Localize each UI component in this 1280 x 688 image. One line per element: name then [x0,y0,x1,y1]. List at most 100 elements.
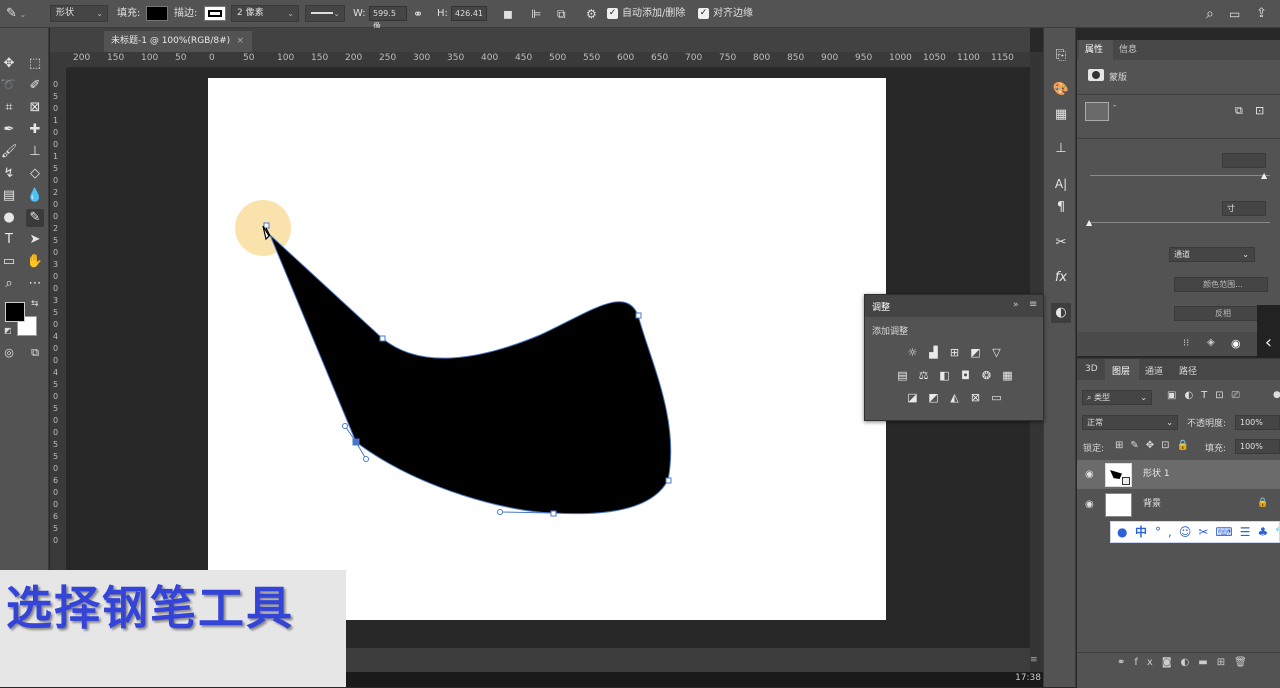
stroke-swatch[interactable] [204,6,226,21]
hand-tool-icon[interactable]: ✋ [26,253,44,271]
apply-mask-icon[interactable]: ⊡ [1255,104,1264,117]
filter-icons[interactable]: ▣◐T⊡⎚ [1167,390,1248,401]
channel-mixer-icon[interactable]: ❂ [979,369,994,383]
history-panel-icon[interactable]: ⎘ [1051,46,1071,66]
photo-filter-icon[interactable]: ◘ [958,369,973,383]
screen-mode-icon[interactable]: ⧉ [26,344,44,362]
eye-icon[interactable]: ◉ [1085,490,1094,519]
brightness-contrast-icon[interactable]: ☼ [905,346,920,360]
more-tools-icon[interactable]: ⋯ [26,275,44,293]
tool-mode-select[interactable]: 形状 ⌄ [50,5,108,22]
pen-tool-icon[interactable]: ✎ [26,209,44,227]
black-white-icon[interactable]: ◧ [937,369,952,383]
path-arrangement-icon[interactable]: ⧉ [557,0,566,28]
move-tool-icon[interactable]: ✥ [0,55,18,73]
selective-color-icon[interactable]: ⊠ [968,391,983,405]
libraries-panel-icon[interactable]: ⊥ [1051,139,1071,159]
blend-mode-select[interactable]: 正常 ⌄ [1082,415,1178,430]
feather-slider-track[interactable] [1090,222,1270,223]
filter-toggle-icon[interactable]: ● [1273,390,1280,400]
stroke-width-select[interactable]: 2 像素 ⌄ [231,5,299,22]
path-selection-tool-icon[interactable]: ➤ [26,231,44,249]
gradient-map-icon[interactable]: ▭ [989,391,1004,405]
panel-expand-icon[interactable]: » [1013,300,1019,310]
eye-icon[interactable]: ◉ [1085,460,1094,489]
threshold-icon[interactable]: ◭ [947,391,962,405]
levels-icon[interactable]: ▟ [926,346,941,360]
hue-saturation-icon[interactable]: ▤ [895,369,910,383]
tools-panel-icon[interactable]: ✂ [1051,233,1071,253]
character-panel-icon[interactable]: A| [1051,174,1071,194]
panel-menu-icon[interactable]: ≡ [1029,299,1037,310]
tab-properties[interactable]: 属性 [1079,40,1113,60]
color-panel-icon[interactable]: 🎨 [1051,80,1071,100]
frame-tool-icon[interactable]: ⊠ [26,99,44,117]
styles-panel-icon[interactable]: fx [1051,268,1071,288]
swap-colors-icon[interactable]: ⇆ [31,299,39,309]
layer-mask-thumb[interactable] [1085,102,1109,121]
apply-icon[interactable]: ◈ [1207,337,1215,348]
auto-add-delete-checkbox[interactable]: ✓ [607,8,618,19]
healing-brush-tool-icon[interactable]: ✚ [26,121,44,139]
eyedropper-tool-icon[interactable]: ✒ [0,121,18,139]
color-balance-icon[interactable]: ⚖ [916,369,931,383]
blur-tool-icon[interactable]: 💧 [26,187,44,205]
foreground-color-swatch[interactable] [5,302,25,322]
layer-row[interactable]: ◉ 背景 🔒 [1077,490,1280,519]
invert-button[interactable]: 反相 [1174,306,1268,321]
visibility-eye-icon[interactable]: ◉ [1231,337,1241,350]
close-icon[interactable]: × [236,31,244,52]
layer-filter-select[interactable]: ⌕ 类型 ⌄ [1082,390,1152,405]
quick-select-tool-icon[interactable]: ✐ [26,77,44,95]
pen-tool-preset-icon[interactable]: ✎ ⌄ [6,0,26,28]
tab-channels[interactable]: 通道 [1145,364,1163,377]
swatches-panel-icon[interactable]: ▦ [1051,105,1071,125]
clone-stamp-tool-icon[interactable]: ⊥ [26,143,44,161]
refine-select[interactable]: 通道 ⌄ [1169,247,1255,262]
density-field[interactable] [1222,153,1266,168]
density-slider-handle[interactable]: ▲ [1261,171,1267,180]
curves-icon[interactable]: ⊞ [947,346,962,360]
document-tab[interactable]: 未标题-1 @ 100%(RGB/8#) × [104,31,252,52]
density-slider-track[interactable] [1090,175,1270,176]
link-icon[interactable]: ⚭ [413,0,423,28]
adjustments-panel-icon[interactable]: ◐ [1051,303,1071,323]
lasso-tool-icon[interactable]: ➰ [0,77,18,95]
color-range-button[interactable]: 颜色范围... [1174,277,1268,292]
history-brush-tool-icon[interactable]: ↯ [0,165,18,183]
vibrance-icon[interactable]: ▽ [989,346,1004,360]
exposure-icon[interactable]: ◩ [968,346,983,360]
width-input[interactable]: 599.5 像 [369,6,407,31]
path-operations-icon[interactable]: ◼ [503,0,513,28]
layer-footer-icons[interactable]: ⚭fx◙◐▬⊞🗑 [1117,657,1256,668]
ime-tool-icons[interactable]: °,☺✂⌨☰♣👕⚙ [1155,522,1280,542]
load-selection-icon[interactable]: ⁝⁝ [1183,338,1189,349]
document-canvas[interactable] [208,78,886,620]
lock-icons[interactable]: ⊞✎✥⊡🔒 [1115,440,1196,451]
invert-icon[interactable]: ◪ [905,391,920,405]
dodge-tool-icon[interactable]: ● [0,209,18,227]
tab-layers[interactable]: 图层 [1112,364,1130,377]
paragraph-panel-icon[interactable]: ¶ [1051,198,1071,218]
fill-input[interactable]: 100% [1235,439,1280,454]
path-alignment-icon[interactable]: ⊫ [531,0,541,28]
opacity-input[interactable]: 100% [1235,415,1280,430]
fill-swatch[interactable] [146,6,168,21]
align-edges-checkbox[interactable]: ✓ [698,8,709,19]
stroke-type-select[interactable]: ⌄ [305,5,345,22]
color-lookup-icon[interactable]: ▦ [1000,369,1015,383]
tab-paths[interactable]: 路径 [1179,364,1197,377]
share-icon[interactable]: ⇪ [1256,0,1267,28]
posterize-icon[interactable]: ◩ [926,391,941,405]
tab-info[interactable]: 信息 [1117,40,1137,60]
gradient-tool-icon[interactable]: ▤ [0,187,18,205]
layer-row[interactable]: ◉ 形状 1 [1077,460,1280,489]
eraser-tool-icon[interactable]: ◇ [26,165,44,183]
ime-toolbar[interactable]: ● 中 °,☺✂⌨☰♣👕⚙ [1110,521,1280,543]
search-icon[interactable]: ⌕ [1206,0,1214,28]
ime-lang[interactable]: 中 [1135,522,1147,542]
zoom-tool-icon[interactable]: ⌕ [0,275,18,293]
crop-tool-icon[interactable]: ⌗ [0,99,18,117]
feather-slider-handle[interactable]: ▲ [1086,218,1092,227]
gear-icon[interactable]: ⚙ [586,0,597,28]
